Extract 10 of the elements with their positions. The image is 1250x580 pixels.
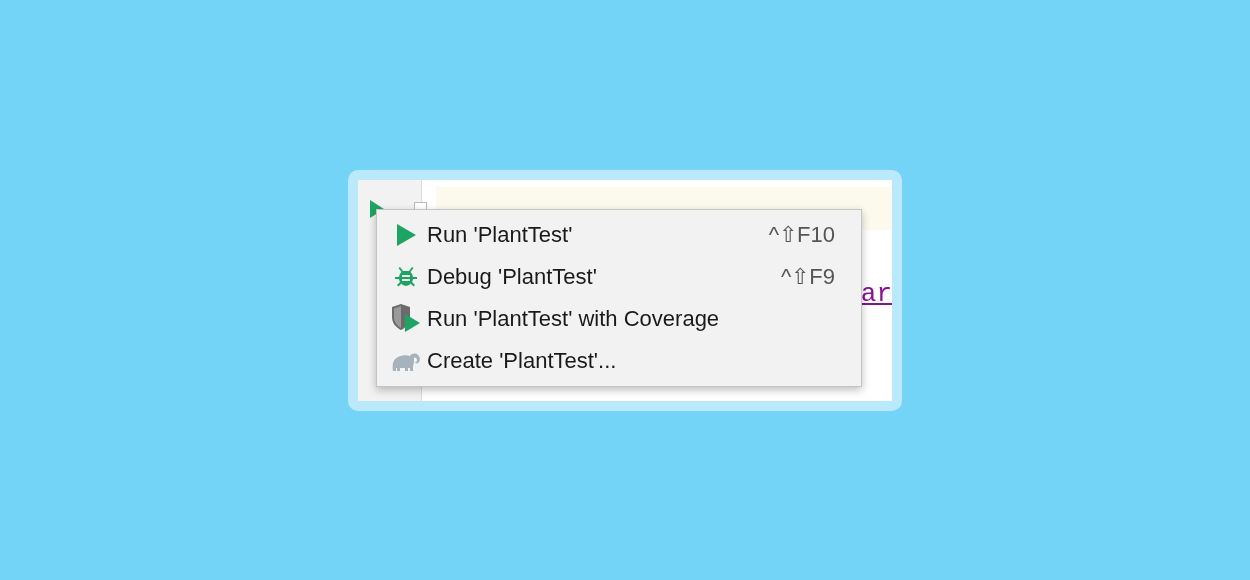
menu-item[interactable]: Debug 'PlantTest' ^⇧F9 bbox=[377, 256, 861, 298]
run-icon bbox=[396, 224, 416, 246]
menu-item[interactable]: Run 'PlantTest' with Coverage bbox=[377, 298, 861, 340]
shield-run-icon bbox=[390, 304, 422, 334]
shortcut-text: ^⇧F9 bbox=[781, 264, 835, 290]
menu-item[interactable]: Create 'PlantTest'... bbox=[377, 340, 861, 382]
shortcut-text: ^⇧F10 bbox=[768, 222, 835, 248]
bug-icon bbox=[394, 265, 418, 289]
menu-item[interactable]: Run 'PlantTest' ^⇧F10 bbox=[377, 214, 861, 256]
code-text: ar bbox=[860, 279, 892, 309]
